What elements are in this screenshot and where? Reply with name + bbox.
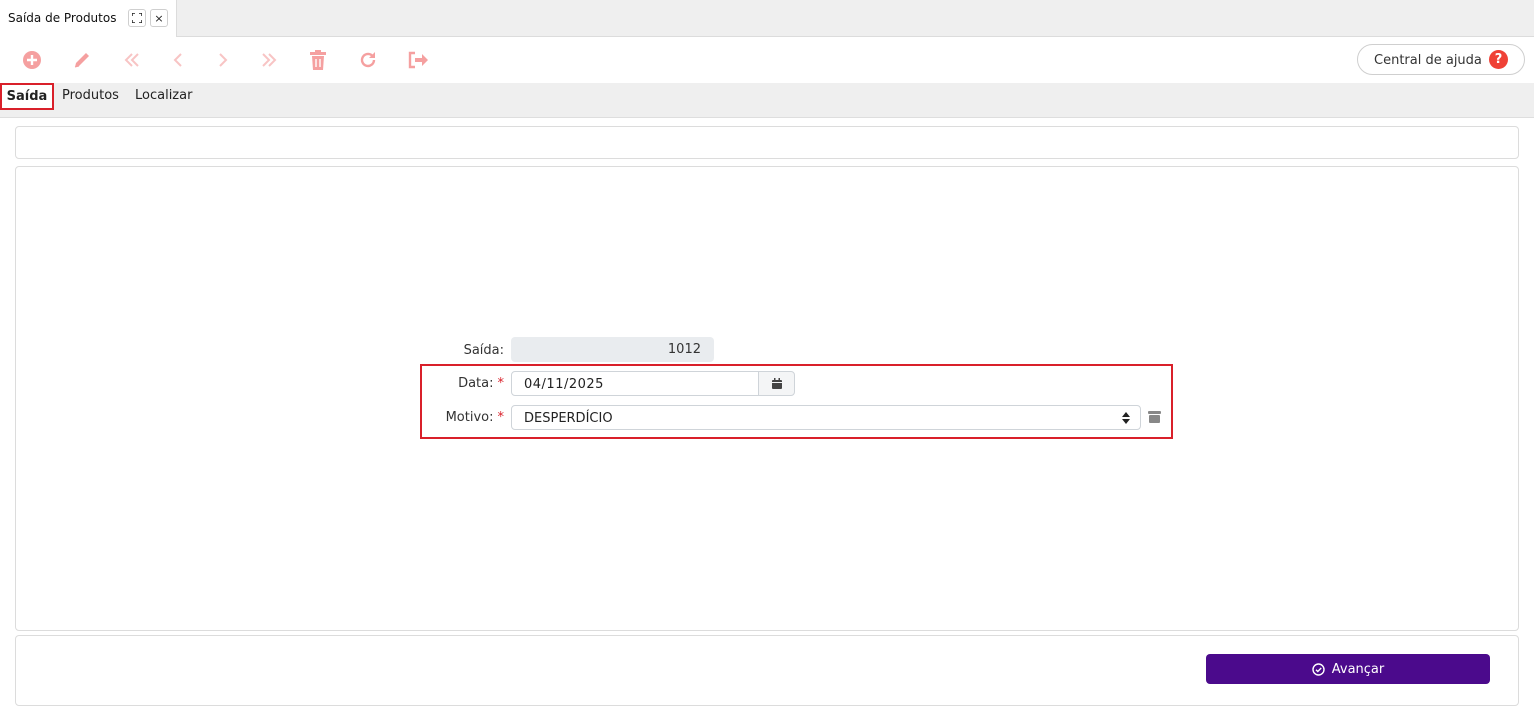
saida-label: Saída: xyxy=(463,343,504,358)
check-circle-icon xyxy=(1312,662,1325,676)
tab-produtos[interactable]: Produtos xyxy=(62,83,119,109)
add-icon[interactable] xyxy=(19,48,45,72)
last-icon[interactable] xyxy=(256,48,282,72)
document-tab[interactable]: Saída de Produtos × xyxy=(0,0,177,37)
help-center-button[interactable]: Central de ajuda ? xyxy=(1357,44,1525,75)
top-panel xyxy=(15,126,1519,159)
saida-value: 1012 xyxy=(667,342,701,357)
exit-icon[interactable] xyxy=(405,48,431,72)
question-icon: ? xyxy=(1489,50,1508,69)
avancar-button[interactable]: Avançar xyxy=(1206,654,1490,684)
next-icon[interactable] xyxy=(210,48,236,72)
refresh-icon[interactable] xyxy=(355,48,381,72)
section-tabs: Saída Produtos Localizar xyxy=(0,83,1534,118)
document-tab-bar: Saída de Produtos × xyxy=(0,0,1534,37)
tab-localizar[interactable]: Localizar xyxy=(135,83,192,109)
help-center-label: Central de ajuda xyxy=(1374,53,1482,68)
expand-icon[interactable] xyxy=(128,9,146,27)
previous-icon[interactable] xyxy=(165,48,191,72)
tab-saida[interactable]: Saída xyxy=(0,83,54,110)
saida-field: 1012 xyxy=(511,337,714,362)
avancar-label: Avançar xyxy=(1331,661,1385,677)
edit-icon[interactable] xyxy=(69,48,95,72)
toolbar xyxy=(0,37,1534,83)
highlight-box xyxy=(420,364,1173,439)
delete-icon[interactable] xyxy=(305,48,331,72)
close-icon[interactable]: × xyxy=(150,9,168,27)
first-icon[interactable] xyxy=(119,48,145,72)
document-tab-title: Saída de Produtos xyxy=(8,11,117,25)
